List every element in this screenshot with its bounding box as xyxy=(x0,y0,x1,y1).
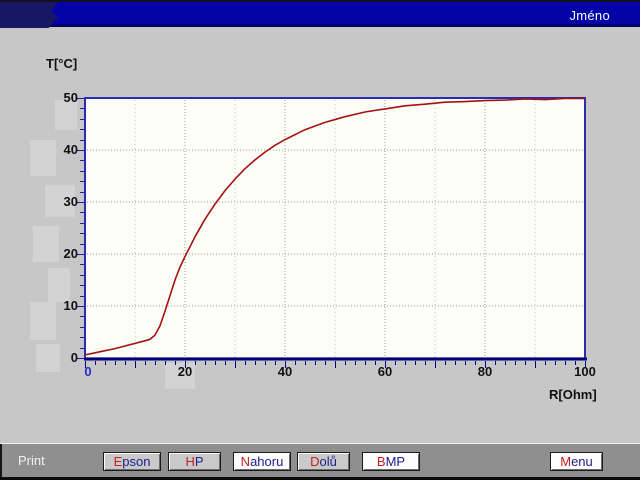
x-axis-title: R[Ohm] xyxy=(549,387,597,402)
x-tick-label: 80 xyxy=(463,364,507,379)
x-tick-label: 40 xyxy=(263,364,307,379)
button-label-rest: enu xyxy=(571,455,593,468)
button-hotkey-letter: B xyxy=(377,455,386,468)
app-window: Jméno T[°C] R[Ohm] 010203040502040608010… xyxy=(0,0,640,480)
epson-button[interactable]: Epson xyxy=(103,452,161,471)
button-hotkey-letter: M xyxy=(560,455,571,468)
y-tick-label: 20 xyxy=(40,246,78,261)
nahoru-button[interactable]: Nahoru xyxy=(233,452,291,471)
chart-canvas xyxy=(0,0,640,480)
menu-button[interactable]: Menu xyxy=(550,452,603,471)
y-tick-label: 40 xyxy=(40,142,78,157)
print-label: Print xyxy=(18,453,45,468)
button-label-rest: pson xyxy=(122,455,150,468)
x-tick-label: 100 xyxy=(563,364,607,379)
button-label-rest: olů xyxy=(320,455,337,468)
y-tick-label: 0 xyxy=(40,350,78,365)
button-hotkey-letter: E xyxy=(114,455,123,468)
footer-bar: Print EpsonHPNahoruDolůBMPMenu xyxy=(0,443,640,480)
button-label-rest: MP xyxy=(386,455,406,468)
button-hotkey-letter: D xyxy=(310,455,319,468)
y-tick-label: 50 xyxy=(40,90,78,105)
y-tick-label: 30 xyxy=(40,194,78,209)
y-tick-label: 10 xyxy=(40,298,78,313)
x-tick-label: 20 xyxy=(163,364,207,379)
dolu-button[interactable]: Dolů xyxy=(297,452,350,471)
y-axis-title: T[°C] xyxy=(46,56,77,71)
button-hotkey-letter: N xyxy=(241,455,250,468)
bmp-button[interactable]: BMP xyxy=(362,452,420,471)
x-tick-label: 60 xyxy=(363,364,407,379)
button-label-rest: ahoru xyxy=(250,455,283,468)
button-hotkey-letter: H xyxy=(185,455,194,468)
hp-button[interactable]: HP xyxy=(168,452,221,471)
button-label-rest: P xyxy=(195,455,204,468)
x-origin-label: 0 xyxy=(82,364,94,379)
